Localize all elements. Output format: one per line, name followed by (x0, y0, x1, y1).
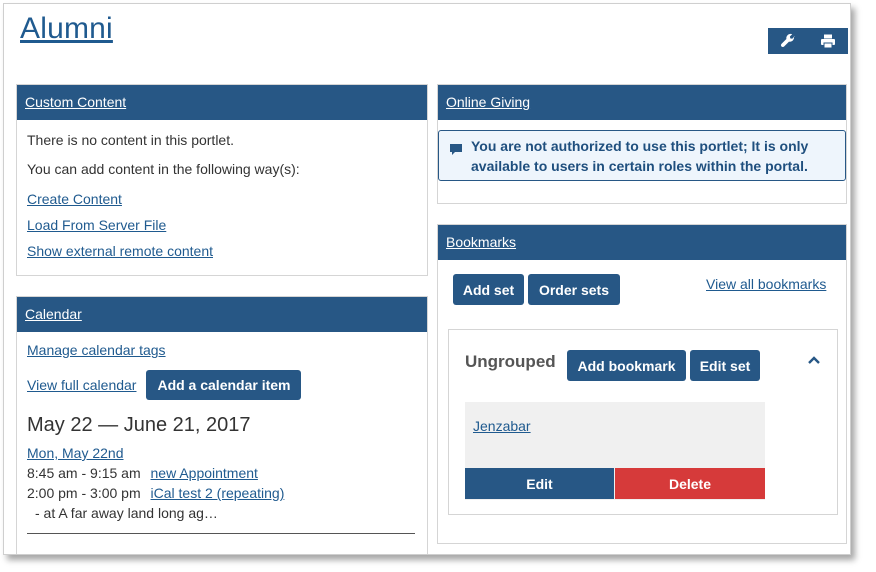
add-set-button[interactable]: Add set (453, 274, 524, 305)
bookmarks-header: Bookmarks (438, 225, 846, 260)
event-time: 2:00 pm - 3:00 pm (27, 485, 141, 501)
calendar-divider (27, 533, 415, 534)
custom-content-header: Custom Content (17, 85, 427, 120)
event-title-link[interactable]: new Appointment (151, 465, 258, 481)
calendar-date-range: May 22 — June 21, 2017 (27, 414, 251, 436)
add-bookmark-button[interactable]: Add bookmark (567, 350, 686, 381)
page-tools (768, 28, 848, 54)
online-giving-header: Online Giving (438, 85, 846, 120)
show-external-remote-content-link[interactable]: Show external remote content (27, 243, 213, 259)
edit-set-button[interactable]: Edit set (690, 350, 760, 381)
bookmarks-title-link[interactable]: Bookmarks (446, 234, 516, 250)
view-all-bookmarks-link[interactable]: View all bookmarks (706, 276, 826, 292)
load-from-server-file-link[interactable]: Load From Server File (27, 217, 166, 233)
add-ways-text: You can add content in the following way… (27, 161, 300, 177)
create-content-link[interactable]: Create Content (27, 191, 122, 207)
custom-content-title-link[interactable]: Custom Content (25, 94, 126, 110)
bookmark-item: Jenzabar Edit Delete (465, 402, 765, 500)
comment-icon (449, 141, 463, 161)
custom-content-portlet: Custom Content There is no content in th… (16, 84, 428, 276)
calendar-header: Calendar (17, 297, 427, 332)
edit-bookmark-button[interactable]: Edit (465, 468, 614, 499)
wrench-icon[interactable] (768, 28, 808, 54)
manage-calendar-tags-link[interactable]: Manage calendar tags (27, 342, 166, 358)
print-icon[interactable] (808, 28, 848, 54)
bookmark-set-card: Ungrouped Add bookmark Edit set Jenzabar… (448, 329, 838, 515)
portal-page: Alumni Custom Content There is no conten… (3, 3, 851, 555)
view-full-calendar-link[interactable]: View full calendar (27, 377, 136, 393)
calendar-portlet: Calendar Manage calendar tags View full … (16, 296, 428, 554)
calendar-event: 8:45 am - 9:15 am new Appointment (27, 465, 417, 481)
bookmarks-portlet: Bookmarks Add set Order sets View all bo… (437, 224, 847, 544)
collapse-chevron-icon[interactable] (807, 352, 821, 370)
online-giving-title-link[interactable]: Online Giving (446, 94, 530, 110)
no-content-text: There is no content in this portlet. (27, 132, 234, 148)
event-location: - at A far away land long ag… (35, 505, 218, 521)
bookmark-set-name: Ungrouped (465, 352, 556, 371)
event-time: 8:45 am - 9:15 am (27, 465, 141, 481)
calendar-event: 2:00 pm - 3:00 pm iCal test 2 (repeating… (27, 485, 417, 501)
alert-message: You are not authorized to use this portl… (471, 138, 809, 174)
order-sets-button[interactable]: Order sets (528, 274, 620, 305)
calendar-title-link[interactable]: Calendar (25, 306, 82, 322)
authorization-alert: You are not authorized to use this portl… (438, 130, 846, 181)
add-calendar-item-button[interactable]: Add a calendar item (146, 370, 302, 400)
delete-bookmark-button[interactable]: Delete (615, 468, 765, 499)
event-title-link[interactable]: iCal test 2 (repeating) (151, 485, 285, 501)
page-title[interactable]: Alumni (20, 12, 113, 46)
bookmark-item-link[interactable]: Jenzabar (473, 418, 531, 434)
online-giving-portlet: Online Giving You are not authorized to … (437, 84, 847, 204)
calendar-day-link[interactable]: Mon, May 22nd (27, 445, 124, 461)
